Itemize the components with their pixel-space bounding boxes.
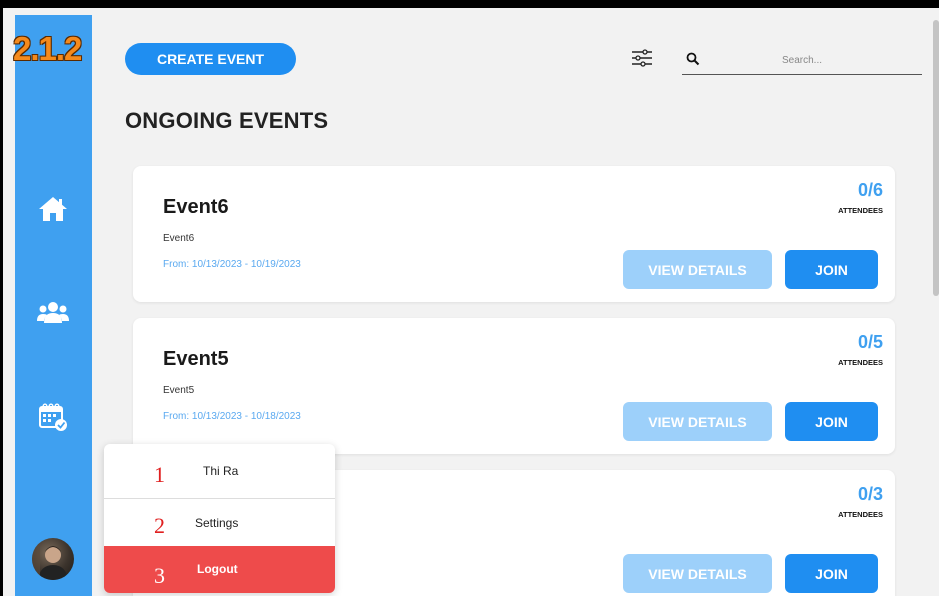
users-icon[interactable] (35, 294, 71, 330)
join-button[interactable]: JOIN (785, 554, 878, 593)
user-menu: 1 Thi Ra 2 Settings 3 Logout (104, 444, 335, 593)
menu-item-profile[interactable]: 1 Thi Ra (104, 444, 335, 499)
attendee-count: 0/3 (857, 484, 883, 504)
scrollbar[interactable] (933, 20, 939, 296)
event-name: Event5 (163, 348, 229, 370)
join-button[interactable]: JOIN (785, 402, 878, 441)
attendees-label: ATTENDEES (838, 358, 883, 367)
search-icon[interactable] (686, 52, 700, 66)
event-description: Event5 (163, 385, 195, 396)
version-tag: 2.1.2 (13, 30, 82, 67)
event-name: Event6 (163, 196, 229, 218)
create-event-button[interactable]: CREATE EVENT (125, 43, 296, 75)
attendee-count: 0/5 (857, 332, 883, 352)
avatar[interactable] (32, 538, 74, 580)
filter-icon[interactable] (631, 48, 653, 68)
view-details-button[interactable]: VIEW DETAILS (623, 554, 772, 593)
attendee-count: 0/6 (857, 180, 883, 200)
step-number: 3 (154, 563, 165, 588)
menu-item-settings[interactable]: 2 Settings (104, 499, 335, 546)
menu-item-label: Settings (195, 516, 239, 530)
menu-item-label: Thi Ra (203, 464, 239, 478)
view-details-button[interactable]: VIEW DETAILS (623, 250, 772, 289)
search-input[interactable] (782, 51, 902, 69)
event-date: From: 10/13/2023 - 10/18/2023 (163, 411, 301, 422)
attendees-label: ATTENDEES (838, 510, 883, 519)
step-number: 2 (154, 513, 165, 538)
calendar-check-icon[interactable] (35, 399, 71, 435)
logout-button[interactable]: 3 Logout (104, 546, 335, 593)
search-bar (682, 45, 922, 75)
menu-item-label: Logout (197, 562, 238, 576)
view-details-button[interactable]: VIEW DETAILS (623, 402, 772, 441)
home-icon[interactable] (35, 191, 71, 227)
event-card: Event6 Event6 From: 10/13/2023 - 10/19/2… (133, 166, 895, 302)
event-card: Event5 Event5 From: 10/13/2023 - 10/18/2… (133, 318, 895, 454)
attendees-label: ATTENDEES (838, 206, 883, 215)
event-date: From: 10/13/2023 - 10/19/2023 (163, 259, 301, 270)
event-description: Event6 (163, 233, 195, 244)
app-window: 2.1.2 CREATE EVENT ONGOING EVENTS Event6… (3, 8, 939, 596)
page-title: ONGOING EVENTS (125, 108, 329, 133)
join-button[interactable]: JOIN (785, 250, 878, 289)
step-number: 1 (154, 462, 165, 487)
sidebar (15, 15, 92, 596)
